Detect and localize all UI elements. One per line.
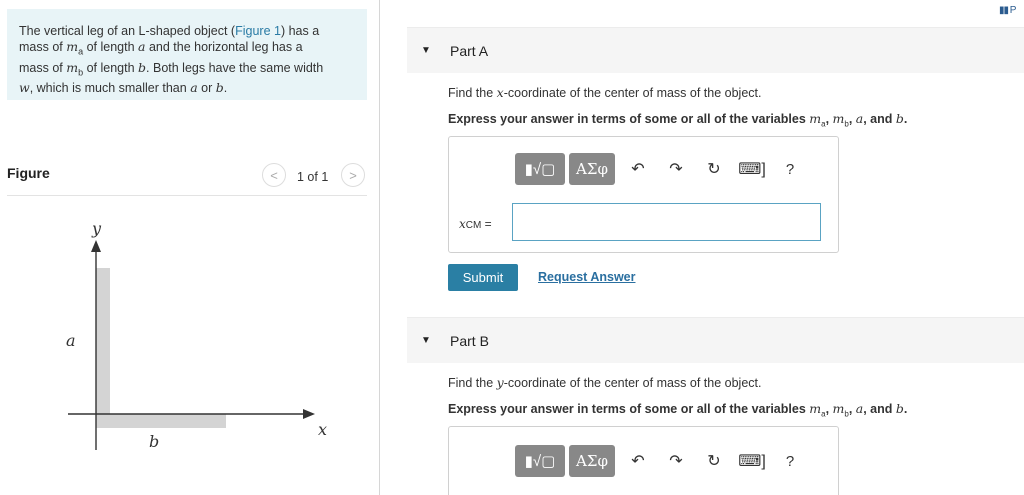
l-shape-figure: y x a b: [66, 219, 327, 451]
collapse-caret-icon[interactable]: ▼: [421, 335, 431, 346]
redo-icon[interactable]: ↷: [657, 159, 695, 179]
undo-icon[interactable]: ↶: [619, 451, 657, 471]
help-icon[interactable]: ?: [771, 161, 809, 178]
keyboard-icon[interactable]: ⌨]: [733, 451, 771, 471]
part-a-question: Find the x-coordinate of the center of m…: [448, 85, 762, 100]
figure-link[interactable]: Figure 1: [235, 24, 281, 38]
reset-icon[interactable]: ↻: [695, 159, 733, 179]
xcm-label: xCM =: [459, 217, 492, 231]
previous-figure-button[interactable]: <: [262, 163, 286, 187]
next-figure-button[interactable]: >: [341, 163, 365, 187]
reset-icon[interactable]: ↻: [695, 451, 733, 471]
chevron-right-icon: >: [349, 167, 357, 183]
part-a-instruction: Express your answer in terms of some or …: [448, 111, 908, 129]
request-answer-link[interactable]: Request Answer: [538, 270, 635, 284]
x-axis-arrow: [303, 409, 315, 419]
part-a-answer-box: ▮√▢ ΑΣφ ↶ ↷ ↻ ⌨] ? xCM =: [448, 136, 839, 253]
part-a-header[interactable]: ▼ Part A: [407, 27, 1024, 73]
help-icon[interactable]: ?: [771, 453, 809, 470]
problem-statement: The vertical leg of an L-shaped object (…: [7, 9, 367, 100]
part-b-label: Part B: [450, 333, 489, 349]
part-b-answer-box: ▮√▢ ΑΣφ ↶ ↷ ↻ ⌨] ?: [448, 426, 839, 495]
greek-symbols-button[interactable]: ΑΣφ: [569, 153, 615, 185]
length-b-label: b: [149, 432, 159, 451]
part-b-question: Find the y-coordinate of the center of m…: [448, 375, 762, 390]
math-toolbar: ▮√▢ ΑΣφ ↶ ↷ ↻ ⌨] ?: [515, 152, 809, 186]
y-axis-label: y: [91, 219, 102, 238]
figure-counter: 1 of 1: [297, 170, 329, 184]
horizontal-leg: [96, 414, 226, 428]
length-a-label: a: [66, 331, 76, 350]
top-right-marker: ▮▮ P: [999, 5, 1016, 16]
undo-icon[interactable]: ↶: [619, 159, 657, 179]
greek-symbols-button[interactable]: ΑΣφ: [569, 445, 615, 477]
math-toolbar: ▮√▢ ΑΣφ ↶ ↷ ↻ ⌨] ?: [515, 444, 809, 478]
redo-icon[interactable]: ↷: [657, 451, 695, 471]
templates-button[interactable]: ▮√▢: [515, 445, 565, 477]
chevron-left-icon: <: [270, 167, 278, 183]
submit-button[interactable]: Submit: [448, 264, 518, 291]
figure-title: Figure: [7, 165, 50, 181]
part-a-label: Part A: [450, 43, 489, 59]
part-b-header[interactable]: ▼ Part B: [407, 317, 1024, 363]
part-b-instruction: Express your answer in terms of some or …: [448, 401, 908, 419]
xcm-answer-input[interactable]: [512, 203, 821, 241]
y-axis-arrow: [91, 240, 101, 252]
vertical-leg: [96, 268, 110, 428]
templates-button[interactable]: ▮√▢: [515, 153, 565, 185]
keyboard-icon[interactable]: ⌨]: [733, 159, 771, 179]
collapse-caret-icon[interactable]: ▼: [421, 45, 431, 56]
column-divider: [379, 0, 380, 495]
x-axis-label: x: [318, 420, 327, 439]
figure-header: Figure < 1 of 1 >: [7, 160, 367, 196]
